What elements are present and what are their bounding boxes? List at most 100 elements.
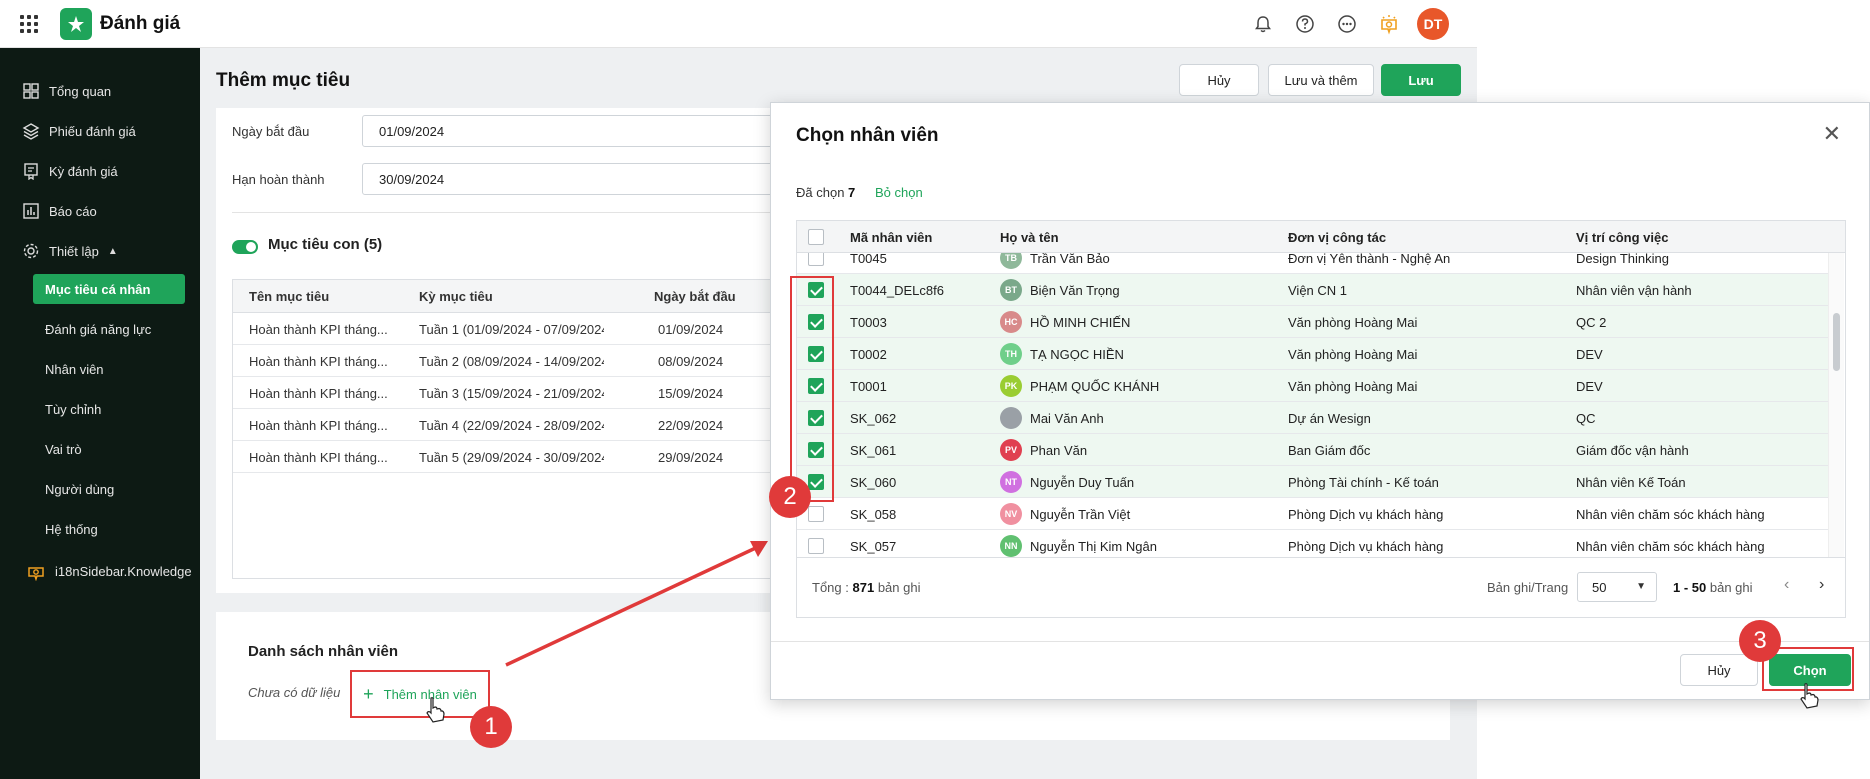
selected-count-info: Đã chọn 7 [796,185,855,200]
idea-icon[interactable] [1375,10,1403,38]
save-and-add-button[interactable]: Lưu và thêm [1268,64,1374,96]
table-row[interactable]: Hoàn thành KPI tháng... Tuần 1 (01/09/20… [233,313,771,345]
table-row[interactable]: SK_057 NN Nguyễn Thị Kim Ngân Phòng Dịch vụ… [797,530,1828,558]
record-range: 1 - 50 bản ghi [1673,580,1753,595]
table-row[interactable]: T0044_DELc8f6 BT Biện Văn Trọng Viện CN 1 Nh… [797,274,1828,306]
unselect-link[interactable]: Bỏ chọn [875,185,923,200]
sidebar-item-label: Kỳ đánh giá [49,163,118,179]
row-checkbox[interactable] [808,538,824,554]
more-icon[interactable] [1333,10,1361,38]
table-row[interactable]: SK_061 PV Phan Văn Ban Giám đốc Giám đốc vận… [797,434,1828,466]
table-row[interactable]: SK_062 Mai Văn Anh Dự án Wesign QC [797,402,1828,434]
table-row[interactable]: T0002 TH TẠ NGỌC HIỀN Văn phòng Hoàng Mai DE… [797,338,1828,370]
sidebar-subitem-employees[interactable]: Nhân viên [45,362,104,377]
avatar: PV [1000,439,1022,461]
column-header: Mã nhân viên [850,230,933,245]
goal-name: Hoàn thành KPI tháng... [249,386,388,401]
goal-period: Tuần 4 (22/09/2024 - 28/09/2024) [419,418,604,433]
goal-start-date: 01/09/2024 [658,322,724,337]
table-row[interactable]: T0001 PK PHẠM QUỐC KHÁNH Văn phòng Hoàng Ma… [797,370,1828,402]
table-row[interactable]: T0045 TB Trần Văn Bảo Đơn vị Yên thành - Ng… [797,253,1828,274]
employee-position: QC 2 [1576,315,1607,330]
employee-position: Nhân viên chăm sóc khách hàng [1576,507,1765,522]
layers-icon [22,123,40,140]
sidebar-item-knowledge[interactable]: i18nSidebar.Knowledge [26,560,192,582]
table-row[interactable]: T0003 HC HỒ MINH CHIẾN Văn phòng Hoàng Mai Q… [797,306,1828,338]
table-header: Tên mục tiêu Kỳ mục tiêu Ngày bắt đầu [233,280,771,313]
sidebar-subitem-system[interactable]: Hệ thống [45,522,98,537]
add-employee-button[interactable]: + Thêm nhân viên [350,670,490,718]
employee-name: Nguyễn Duy Tuấn [1030,475,1135,490]
bell-icon[interactable] [1249,10,1277,38]
sidebar-item-review-forms[interactable]: Phiếu đánh giá [22,120,136,142]
user-avatar[interactable]: DT [1417,8,1449,40]
employee-unit: Ban Giám đốc [1288,443,1371,458]
chevron-down-icon: ▼ [1636,581,1646,592]
avatar: TB [1000,253,1022,269]
modal-cancel-button[interactable]: Hủy [1680,654,1758,686]
sidebar-subitem-roles[interactable]: Vai trò [45,442,82,457]
modal-title: Chọn nhân viên [796,125,939,146]
close-icon[interactable]: ✕ [1823,121,1841,147]
goal-start-date: 08/09/2024 [658,354,724,369]
start-date-input[interactable]: 01/09/2024 [362,115,782,147]
table-row[interactable]: Hoàn thành KPI tháng... Tuần 4 (22/09/20… [233,409,771,441]
sidebar-item-overview[interactable]: Tổng quan [22,80,111,102]
goal-period: Tuần 5 (29/09/2024 - 30/09/2024) [419,450,604,465]
sub-goals-table: Tên mục tiêu Kỳ mục tiêu Ngày bắt đầu Ho… [232,279,772,579]
gear-icon [23,243,39,259]
row-checkbox[interactable] [808,506,824,522]
avatar: NV [1000,503,1022,525]
sidebar-subitem-customize[interactable]: Tùy chỉnh [45,402,101,417]
employee-unit: Phòng Tài chính - Kế toán [1288,475,1439,490]
employee-name: TẠ NGỌC HIỀN [1030,347,1124,362]
sidebar-item-reports[interactable]: Báo cáo [22,200,97,222]
employee-position: Nhân viên chăm sóc khách hàng [1576,539,1765,554]
sidebar-item-label: i18nSidebar.Knowledge [55,563,192,579]
app-launcher-icon[interactable] [20,15,38,33]
cancel-button[interactable]: Hủy [1179,64,1259,96]
goal-period: Tuần 2 (08/09/2024 - 14/09/2024) [419,354,604,369]
table-row[interactable]: SK_060 NT Nguyễn Duy Tuấn Phòng Tài chính -… [797,466,1828,498]
table-row[interactable]: Hoàn thành KPI tháng... Tuần 2 (08/09/20… [233,345,771,377]
help-icon[interactable] [1291,10,1319,38]
sidebar-item-review-periods[interactable]: Kỳ đánh giá [22,160,118,182]
sidebar-subitem-competency[interactable]: Đánh giá năng lực [45,322,151,337]
sidebar-item-settings[interactable]: Thiết lập ▲ [22,240,118,262]
sidebar-subitem-users[interactable]: Người dùng [45,482,114,497]
table-scrollbar[interactable] [1828,253,1844,558]
sidebar: Tổng quan Phiếu đánh giá Kỳ đánh giá Báo… [0,48,200,779]
row-checkbox[interactable] [808,253,824,266]
employee-name: Nguyễn Thị Kim Ngân [1030,539,1157,554]
employee-list-title: Danh sách nhân viên [248,643,399,660]
per-page-select[interactable]: 50 ▼ [1577,572,1657,602]
due-date-input[interactable]: 30/09/2024 [362,163,782,195]
table-body: T0045 TB Trần Văn Bảo Đơn vị Yên thành - Ng… [797,253,1845,558]
column-header: Đơn vị công tác [1288,230,1387,245]
prev-page-icon[interactable]: ‹ [1784,576,1789,594]
employee-name: Biện Văn Trọng [1030,283,1120,298]
employee-code: T0001 [850,379,887,394]
sidebar-subitem-personal-goals[interactable]: Mục tiêu cá nhân [33,274,185,304]
sub-goals-toggle[interactable] [232,240,258,254]
employee-code: SK_057 [850,539,897,554]
scrollbar-thumb[interactable] [1833,313,1840,371]
avatar: TH [1000,343,1022,365]
select-employee-modal: Chọn nhân viên ✕ Đã chọn 7 Bỏ chọn Mã nh… [770,102,1870,700]
employee-name: Mai Văn Anh [1030,411,1104,426]
save-button[interactable]: Lưu [1381,64,1461,96]
next-page-icon[interactable]: › [1819,576,1824,594]
table-row[interactable]: Hoàn thành KPI tháng... Tuần 5 (29/09/20… [233,441,771,473]
select-all-checkbox[interactable] [808,229,824,245]
sidebar-item-label: Báo cáo [49,203,97,219]
employee-position: DEV [1576,379,1603,394]
goal-start-date: 22/09/2024 [658,418,724,433]
app-title: Đánh giá [100,13,181,34]
table-row[interactable]: Hoàn thành KPI tháng... Tuần 3 (15/09/20… [233,377,771,409]
avatar: BT [1000,279,1022,301]
employee-position: Design Thinking [1576,253,1669,266]
goal-start-date: 29/09/2024 [658,450,724,465]
table-row[interactable]: SK_058 NV Nguyễn Trần Việt Phòng Dịch vụ kh… [797,498,1828,530]
sub-goals-title: Mục tiêu con (5) [268,236,383,253]
employee-unit: Phòng Dịch vụ khách hàng [1288,507,1444,522]
